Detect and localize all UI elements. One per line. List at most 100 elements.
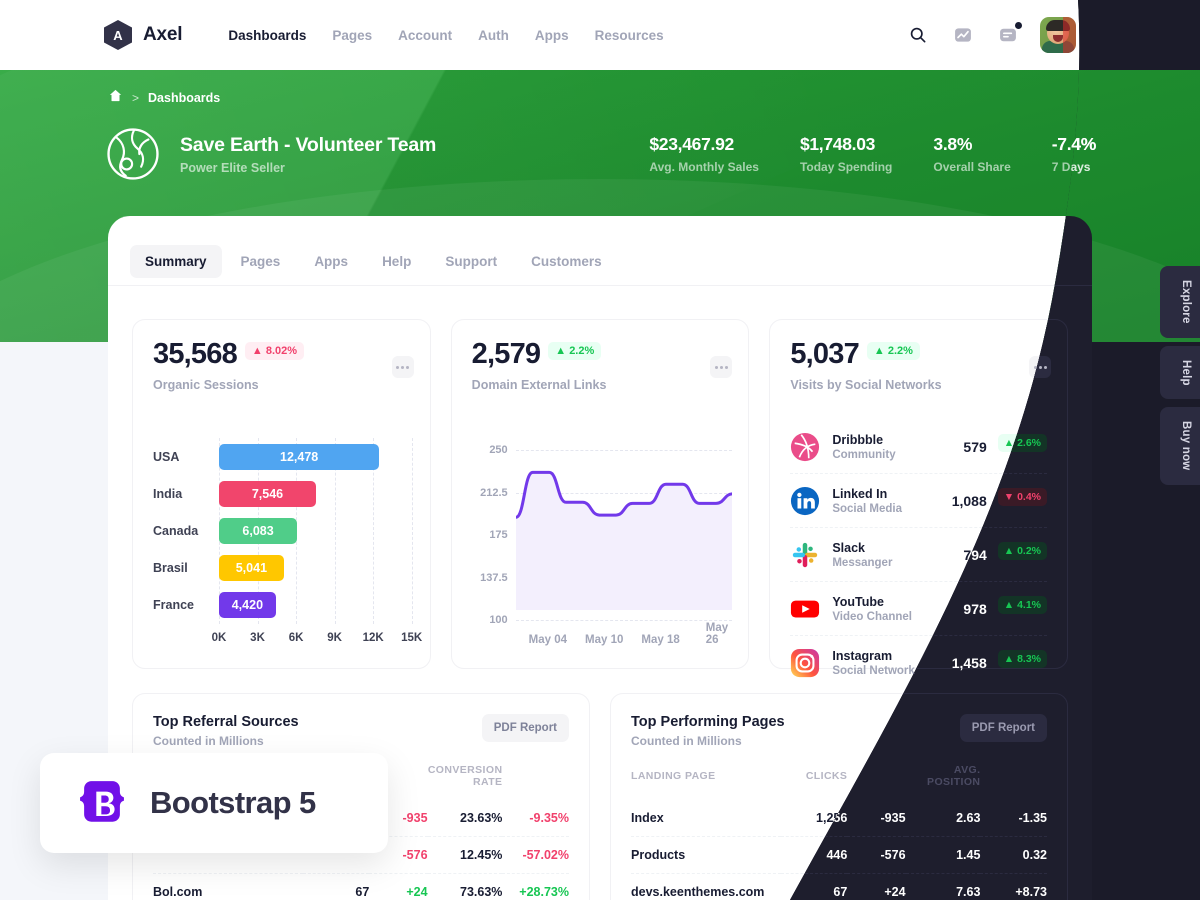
rail-tab-explore[interactable]: Explore [1160, 266, 1200, 338]
right-rail: Explore Help Buy now [1160, 266, 1200, 485]
social-text: YouTubeVideo Channel [832, 595, 912, 623]
line-x-tick: May 26 [705, 622, 729, 646]
table-cell-rate: 73.63% [427, 873, 503, 900]
line-y-tick: 137.5 [480, 571, 508, 584]
bar-row: India 7,546 [153, 480, 412, 507]
domain-links-card: 2,579 ▲ 2.2% Domain External Links 100 137.5… [450, 319, 750, 669]
line-y-tick: 250 [489, 444, 508, 456]
bar[interactable]: 12,478 [219, 443, 380, 470]
bar-x-tick: 6K [288, 632, 304, 644]
bar[interactable]: 4,420 [219, 592, 276, 619]
domain-links-area-chart: 100 137.5 175 212.5 250 May 04 May 10 May 18 May… [472, 444, 733, 646]
domain-links-subtitle: Domain External Links [471, 378, 607, 392]
hero-stat-label: Today Spending [799, 160, 893, 174]
domain-links-value: 2,579 [471, 338, 541, 370]
rail-tab-buy-now[interactable]: Buy now [1160, 407, 1200, 485]
main-nav: Dashboards Pages Account Auth Apps Resources [228, 28, 663, 43]
social-visits-subtitle: Visits by Social Networks [790, 378, 942, 392]
table-col-header [980, 764, 1047, 800]
table-row[interactable]: Bol.com67+2473.63%+28.73% [153, 873, 569, 900]
domain-links-delta: ▲ 2.2% [548, 341, 602, 360]
pdf-report-button[interactable]: PDF Report [481, 714, 569, 742]
breadcrumb-current[interactable]: Dashboards [148, 91, 220, 105]
activity-icon[interactable] [950, 22, 976, 48]
table-cell-count-delta: -935 [880, 811, 906, 825]
table-col-header: CONVERSION RATE [427, 764, 503, 788]
linked-in-icon [790, 486, 820, 516]
social-delta: ▼ 0.4% [998, 488, 1047, 506]
table-cell-count-delta: +24 [369, 873, 428, 900]
social-visits-delta: ▲ 2.2% [866, 341, 920, 360]
bar-category-label: France [153, 598, 194, 613]
avatar[interactable] [1040, 17, 1076, 53]
line-y-tick: 212.5 [480, 486, 508, 499]
bar-x-tick: 3K [250, 632, 265, 644]
home-icon[interactable] [108, 88, 123, 108]
messages-icon[interactable] [995, 22, 1022, 48]
team-title: Save Earth - Volunteer Team [180, 133, 437, 156]
bar-rows: USA 12,478 India 7,546 Canada 6,083 Brasil 5,04… [153, 438, 412, 624]
bootstrap-logo-icon [80, 781, 124, 822]
organic-sessions-delta: ▲ 8.02% [244, 341, 305, 360]
tab-pages[interactable]: Pages [226, 245, 296, 278]
hero-stat-value: -7.4% [1051, 134, 1097, 154]
organic-sessions-value: 35,568 [153, 338, 238, 370]
table-cell-rate: 1.45 [906, 837, 981, 874]
rail-tab-help[interactable]: Help [1160, 345, 1200, 400]
table-cell-count-delta: +24 [847, 874, 905, 900]
table-cell-rate: 12.45% [427, 836, 503, 874]
nav-link-account[interactable]: Account [398, 28, 452, 43]
tab-customers[interactable]: Customers [516, 245, 617, 278]
nav-link-resources[interactable]: Resources [595, 28, 664, 43]
table-cell-source: devs.keenthemes.com [631, 873, 781, 900]
tab-help[interactable]: Help [367, 245, 426, 278]
social-value: 978 [963, 600, 987, 617]
line-x-tick: May 10 [585, 634, 624, 646]
bar-x-tick: 9K [327, 632, 342, 644]
search-icon[interactable] [905, 22, 931, 48]
table-col-header: CLICKS [805, 770, 848, 782]
dribbble-icon [790, 432, 820, 462]
bar[interactable]: 5,041 [219, 555, 284, 582]
brand[interactable]: A Axel [104, 20, 183, 50]
social-desc: Video Channel [832, 610, 913, 623]
social-value: 1,458 [951, 655, 987, 671]
line-x-tick: May 18 [641, 634, 680, 646]
social-delta: ▲ 0.2% [998, 542, 1047, 560]
bar-category-label: Brasil [153, 561, 188, 576]
table-col-header [502, 764, 569, 800]
bar-x-tick: 12K [362, 632, 384, 644]
brand-logo-icon: A [104, 20, 132, 50]
breadcrumb-separator: > [132, 91, 140, 105]
hero-stat: $23,467.92 Avg. Monthly Sales [649, 134, 759, 174]
tab-support[interactable]: Support [430, 245, 512, 278]
nav-link-apps[interactable]: Apps [535, 28, 569, 43]
more-options-icon[interactable] [391, 356, 414, 378]
table-col-header: AVG. POSITION [927, 764, 981, 788]
bootstrap-badge-text: Bootstrap 5 [150, 785, 316, 820]
stat-cards-row: 35,568 ▲ 8.02% Organic Sessions USA 12,478 In… [108, 286, 1092, 678]
bar[interactable]: 7,546 [219, 480, 316, 507]
tab-apps[interactable]: Apps [299, 245, 363, 278]
tab-summary[interactable]: Summary [130, 244, 222, 278]
bar-x-tick: 0K [211, 632, 227, 644]
pdf-report-button[interactable]: PDF Report [960, 714, 1047, 742]
bar[interactable]: 6,083 [219, 517, 298, 544]
social-name: Instagram [832, 649, 893, 663]
hero-stat-value: 3.8% [933, 134, 973, 154]
notification-badge-dot [1015, 22, 1022, 29]
bar-row: Canada 6,083 [153, 517, 412, 544]
nav-link-auth[interactable]: Auth [478, 28, 509, 43]
hero-stat-value: $23,467.92 [649, 134, 734, 154]
more-options-icon[interactable] [710, 356, 733, 378]
social-value: 579 [963, 438, 987, 455]
bar-x-tick: 15K [401, 632, 423, 644]
youtube-icon [790, 594, 820, 624]
hero-stat: 3.8% Overall Share [933, 134, 1010, 174]
social-delta: ▲ 4.1% [998, 596, 1047, 614]
nav-link-dashboards[interactable]: Dashboards [228, 28, 306, 43]
table-cell-rate-delta: -57.02% [502, 836, 569, 874]
team-subtitle: Power Elite Seller [180, 160, 285, 175]
globe-icon [107, 128, 159, 180]
nav-link-pages[interactable]: Pages [332, 28, 372, 43]
